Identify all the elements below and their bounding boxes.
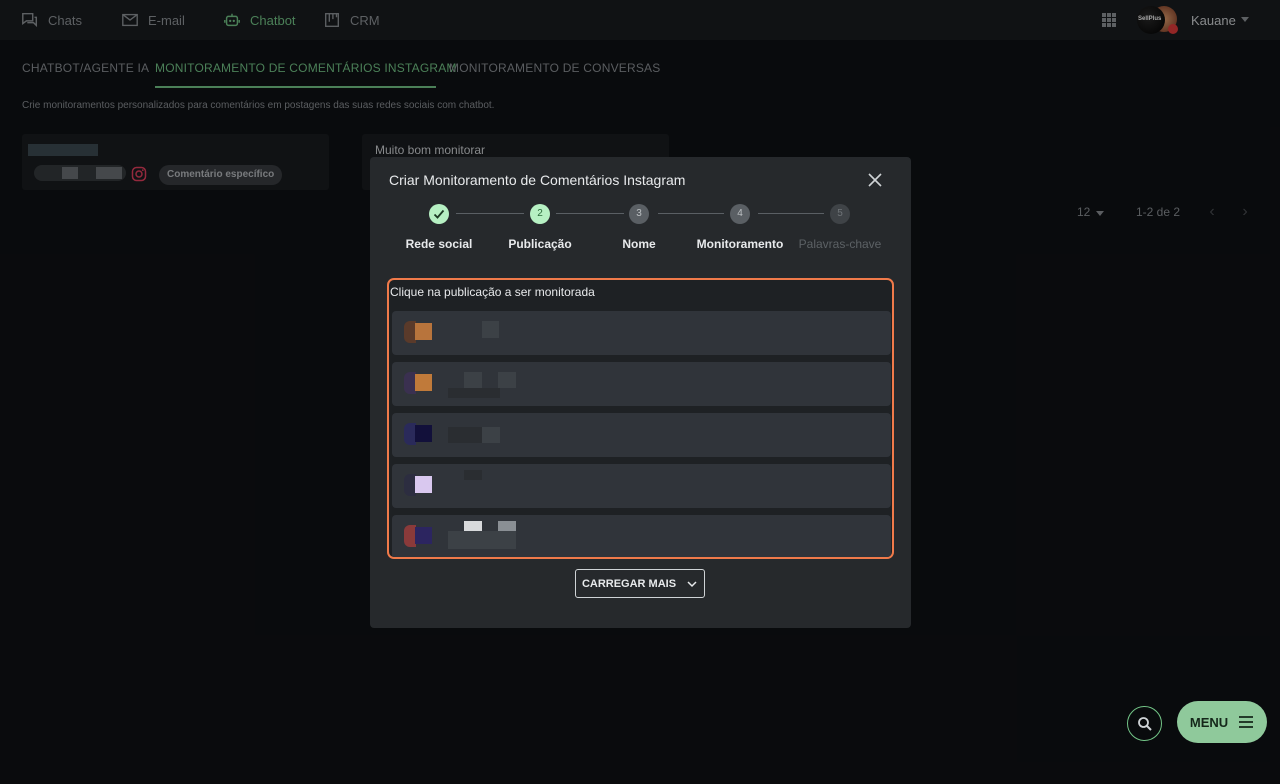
search-icon — [1137, 716, 1152, 731]
post-item[interactable] — [392, 311, 891, 355]
blur-pixel — [448, 388, 500, 398]
blur-pixel — [482, 427, 500, 443]
post-item[interactable] — [392, 515, 891, 557]
step-label-palavras-chave: Palavras-chave — [798, 237, 882, 251]
blur-pixel — [498, 372, 516, 388]
close-icon[interactable] — [867, 172, 883, 188]
blur-pixel — [498, 521, 516, 531]
blur-pixel — [464, 372, 482, 388]
load-more-label: CARREGAR MAIS — [581, 577, 677, 590]
step-3-circle: 3 — [629, 204, 649, 224]
step-label-monitoramento: Monitoramento — [696, 237, 784, 251]
search-button[interactable] — [1127, 706, 1162, 741]
post-thumbnail — [404, 423, 432, 445]
step-label-rede-social: Rede social — [405, 237, 473, 251]
create-monitoring-dialog: Criar Monitoramento de Comentários Insta… — [370, 157, 911, 628]
step-1-check-icon — [429, 204, 449, 224]
post-item[interactable] — [392, 362, 891, 406]
post-thumbnail — [404, 321, 432, 343]
step-2-circle: 2 — [530, 204, 550, 224]
posts-list: Clique na publicação a ser monitorada — [387, 278, 894, 559]
blur-pixel — [482, 321, 499, 338]
post-item[interactable] — [392, 464, 891, 508]
post-item[interactable] — [392, 413, 891, 457]
blur-pixel — [448, 531, 516, 549]
step-label-nome: Nome — [622, 237, 656, 251]
blur-pixel — [464, 521, 482, 531]
dialog-title: Criar Monitoramento de Comentários Insta… — [389, 172, 686, 188]
step-connector — [556, 213, 624, 214]
menu-button[interactable]: MENU — [1177, 701, 1267, 743]
step-connector — [758, 213, 824, 214]
blur-pixel — [448, 427, 482, 443]
post-thumbnail — [404, 525, 432, 547]
posts-hint: Clique na publicação a ser monitorada — [390, 285, 595, 299]
post-thumbnail — [404, 372, 432, 394]
step-label-publicacao: Publicação — [508, 237, 572, 251]
step-connector — [456, 213, 524, 214]
hamburger-icon — [1239, 716, 1254, 728]
menu-label: MENU — [1189, 714, 1229, 730]
step-5-circle: 5 — [830, 204, 850, 224]
blur-pixel — [464, 470, 482, 480]
step-connector — [658, 213, 724, 214]
step-4-circle: 4 — [730, 204, 750, 224]
load-more-button[interactable]: CARREGAR MAIS — [575, 569, 705, 598]
post-thumbnail — [404, 474, 432, 496]
chevron-down-icon — [687, 580, 697, 587]
